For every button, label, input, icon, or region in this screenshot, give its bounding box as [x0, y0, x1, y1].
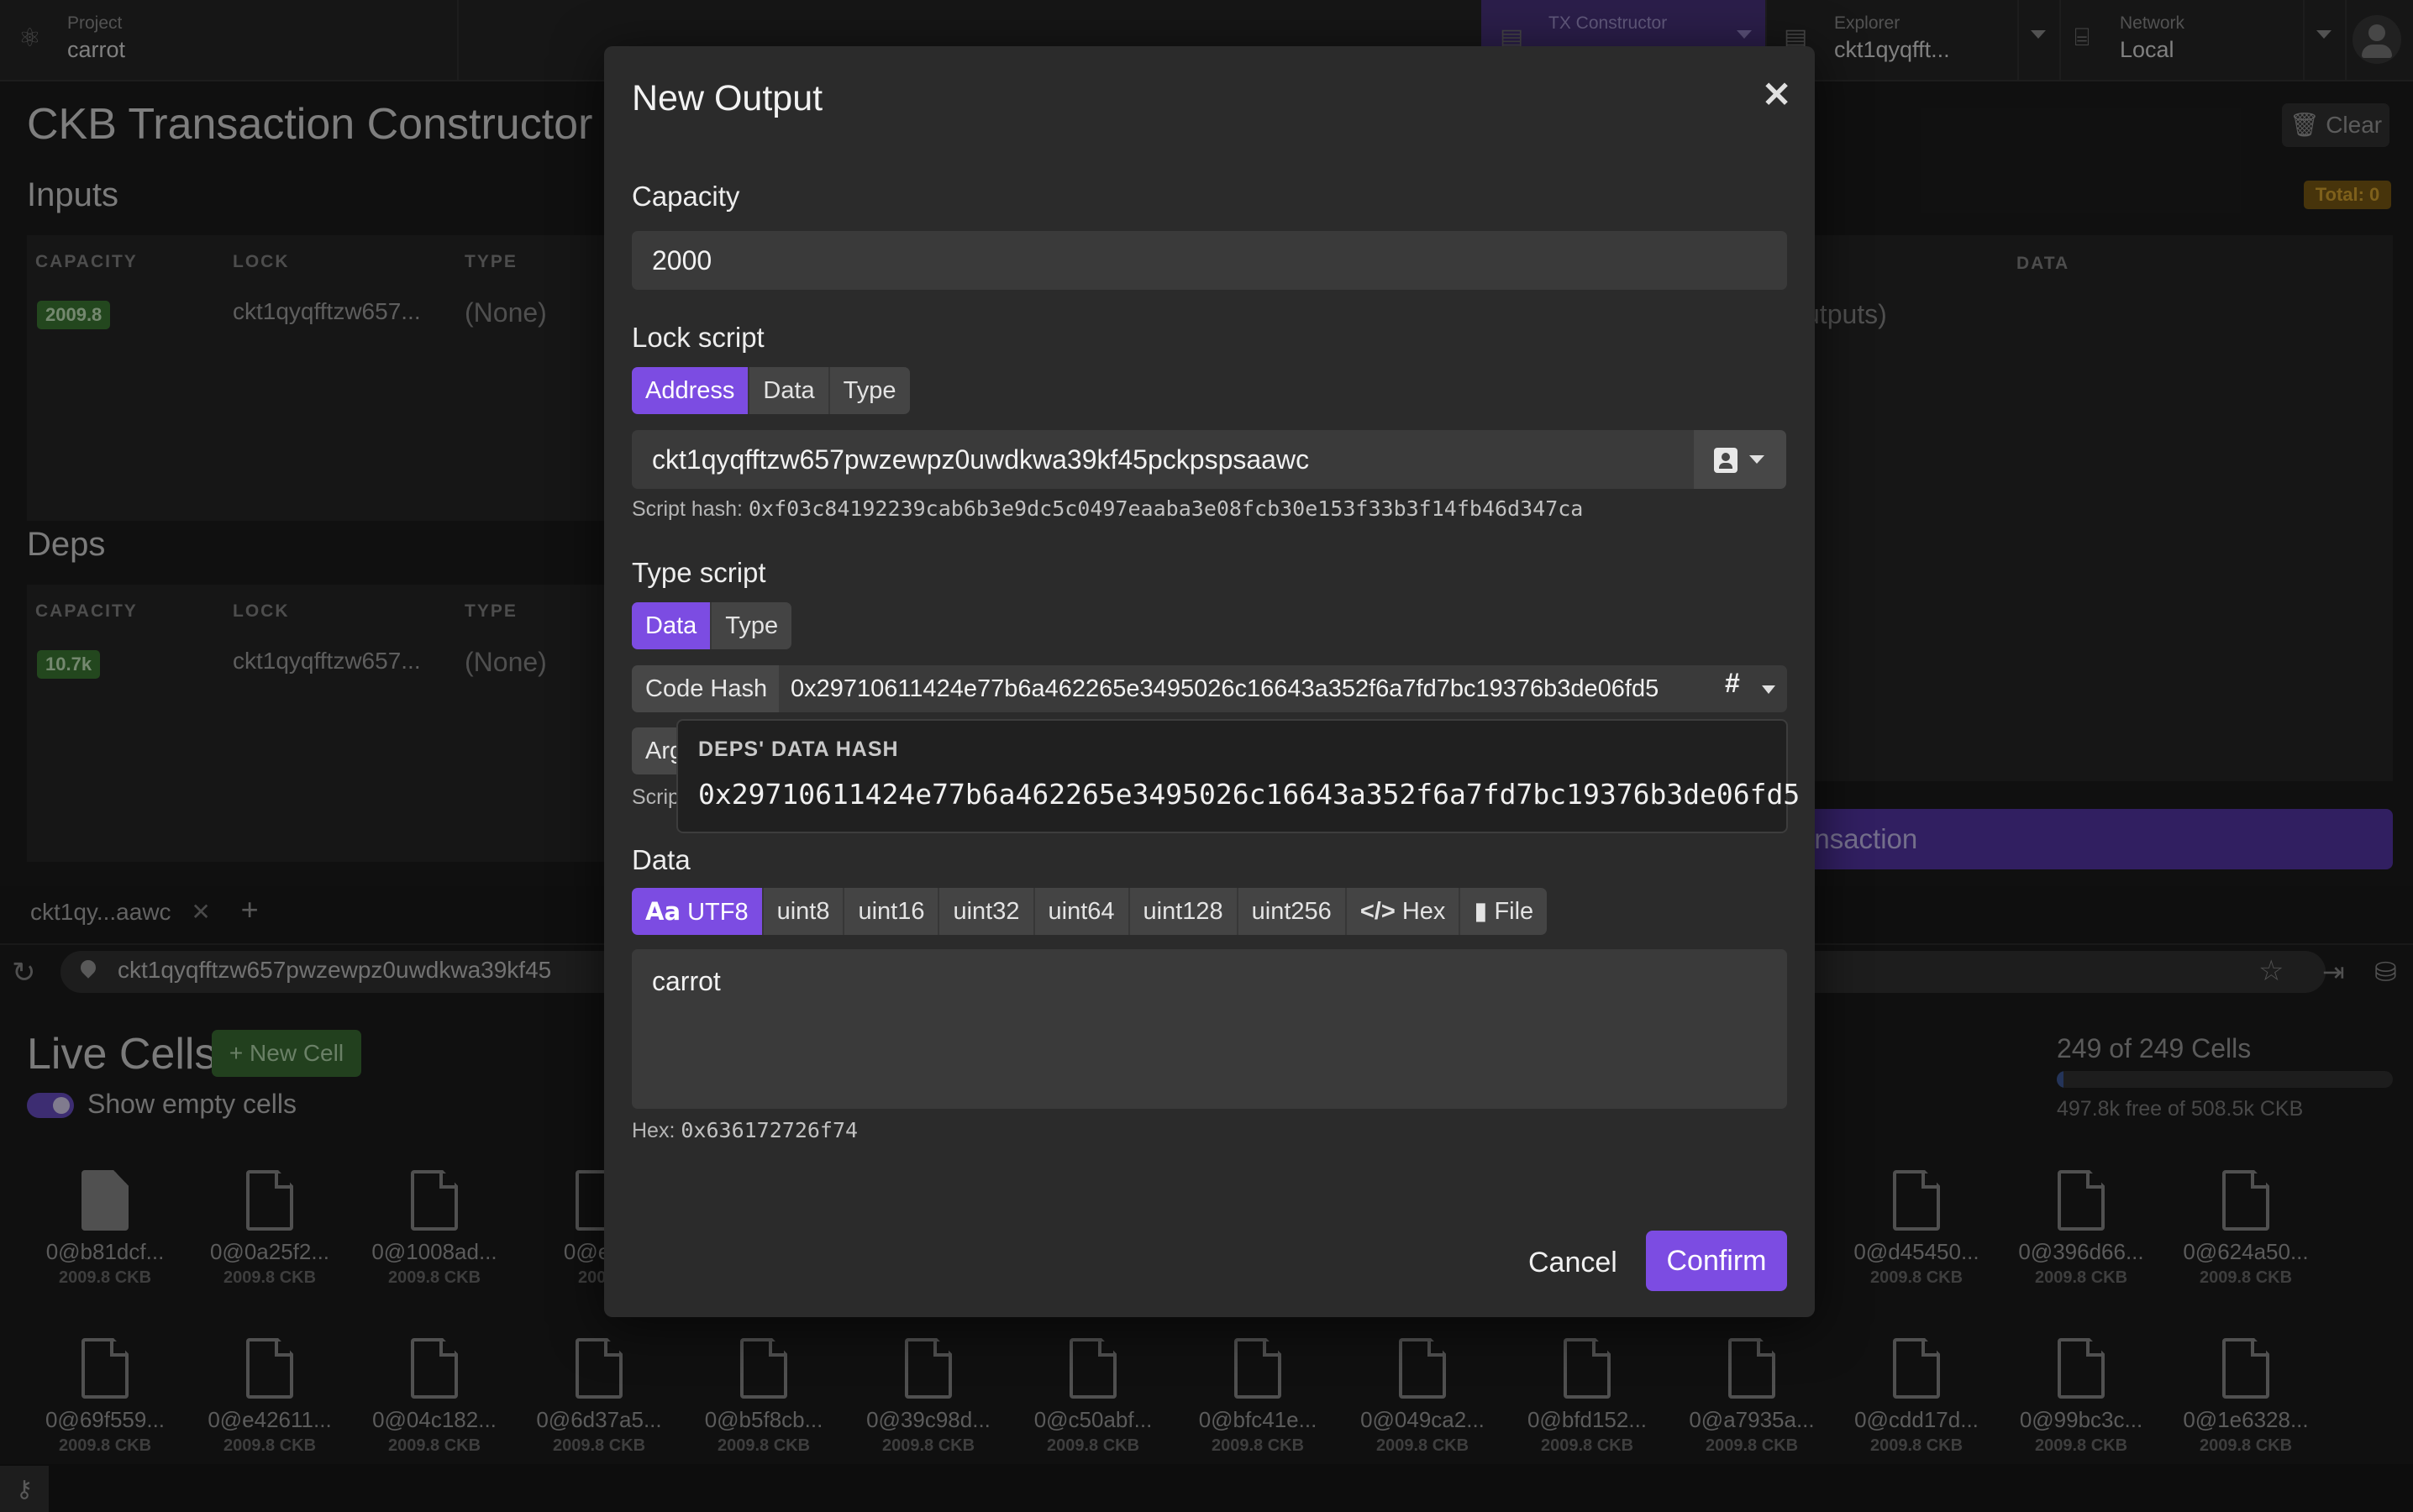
script-hash-value: 0xf03c84192239cab6b3e9dc5c0497eaaba3e08f… [748, 496, 1584, 521]
type-script-hash-label: Scrip [632, 785, 680, 809]
chevron-down-icon [1749, 455, 1764, 464]
popover-hash-value[interactable]: 0x29710611424e77b6a462265e3495026c16643a… [698, 778, 1800, 811]
data-hex-preview: Hex: 0x636172726f74 [632, 1118, 859, 1142]
type-script-label: Type script [632, 557, 766, 588]
deps-data-hash-popover[interactable]: DEPS' DATA HASH 0x29710611424e77b6a46226… [676, 719, 1800, 833]
lock-script-label: Lock script [632, 322, 765, 353]
lock-tab-address[interactable]: Address [632, 367, 750, 414]
capacity-label: Capacity [632, 181, 740, 212]
address-book-button[interactable] [1694, 430, 1786, 489]
text-icon: Aa [645, 897, 681, 926]
data-label: Data [632, 844, 691, 875]
new-output-modal: New Output ✕ Capacity 2000 Lock script A… [604, 46, 1815, 1317]
code-icon: </> [1359, 898, 1396, 925]
lock-tab-type[interactable]: Type [829, 367, 910, 414]
lock-address-input[interactable]: ckt1qyqfftzw657pwzewpz0uwdkwa39kf45pckps… [632, 430, 1694, 489]
code-hash-input[interactable]: 0x29710611424e77b6a462265e3495026c16643a… [779, 665, 1787, 712]
data-textarea[interactable]: carrot [632, 949, 1787, 1109]
chevron-down-icon[interactable] [1762, 685, 1775, 694]
format-tab-uint32[interactable]: uint32 [939, 888, 1035, 935]
format-tab-uint64[interactable]: uint64 [1034, 888, 1130, 935]
close-icon[interactable]: ✕ [1762, 74, 1791, 115]
data-hex-value: 0x636172726f74 [681, 1118, 859, 1142]
type-tab-data[interactable]: Data [632, 602, 712, 649]
format-tab-uint128[interactable]: uint128 [1129, 888, 1238, 935]
format-tab-uint256[interactable]: uint256 [1238, 888, 1347, 935]
type-script-tabs: Data Type [632, 602, 792, 649]
format-tab-hex[interactable]: </> Hex [1346, 888, 1461, 935]
address-book-icon [1714, 448, 1737, 473]
code-hash-label: Code Hash [632, 665, 781, 712]
confirm-button[interactable]: Confirm [1646, 1231, 1787, 1291]
format-tab-uint16[interactable]: uint16 [844, 888, 940, 935]
lock-tab-data[interactable]: Data [749, 367, 830, 414]
popover-title: DEPS' DATA HASH [698, 738, 899, 761]
type-tab-type[interactable]: Type [712, 602, 792, 649]
format-tab-file[interactable]: ▮ File [1460, 888, 1548, 935]
modal-title: New Output [632, 78, 823, 118]
cancel-button[interactable]: Cancel [1518, 1232, 1627, 1293]
data-format-tabs: Aa UTF8 uint8 uint16 uint32 uint64 uint1… [632, 888, 1548, 935]
lock-script-tabs: Address Data Type [632, 367, 910, 414]
file-icon: ▮ [1474, 898, 1488, 925]
format-tab-utf8[interactable]: Aa UTF8 [632, 888, 764, 935]
format-tab-uint8[interactable]: uint8 [763, 888, 845, 935]
hash-icon[interactable]: # [1725, 668, 1740, 699]
capacity-input[interactable]: 2000 [632, 231, 1787, 290]
lock-script-hash: Script hash: 0xf03c84192239cab6b3e9dc5c0… [632, 496, 1584, 521]
